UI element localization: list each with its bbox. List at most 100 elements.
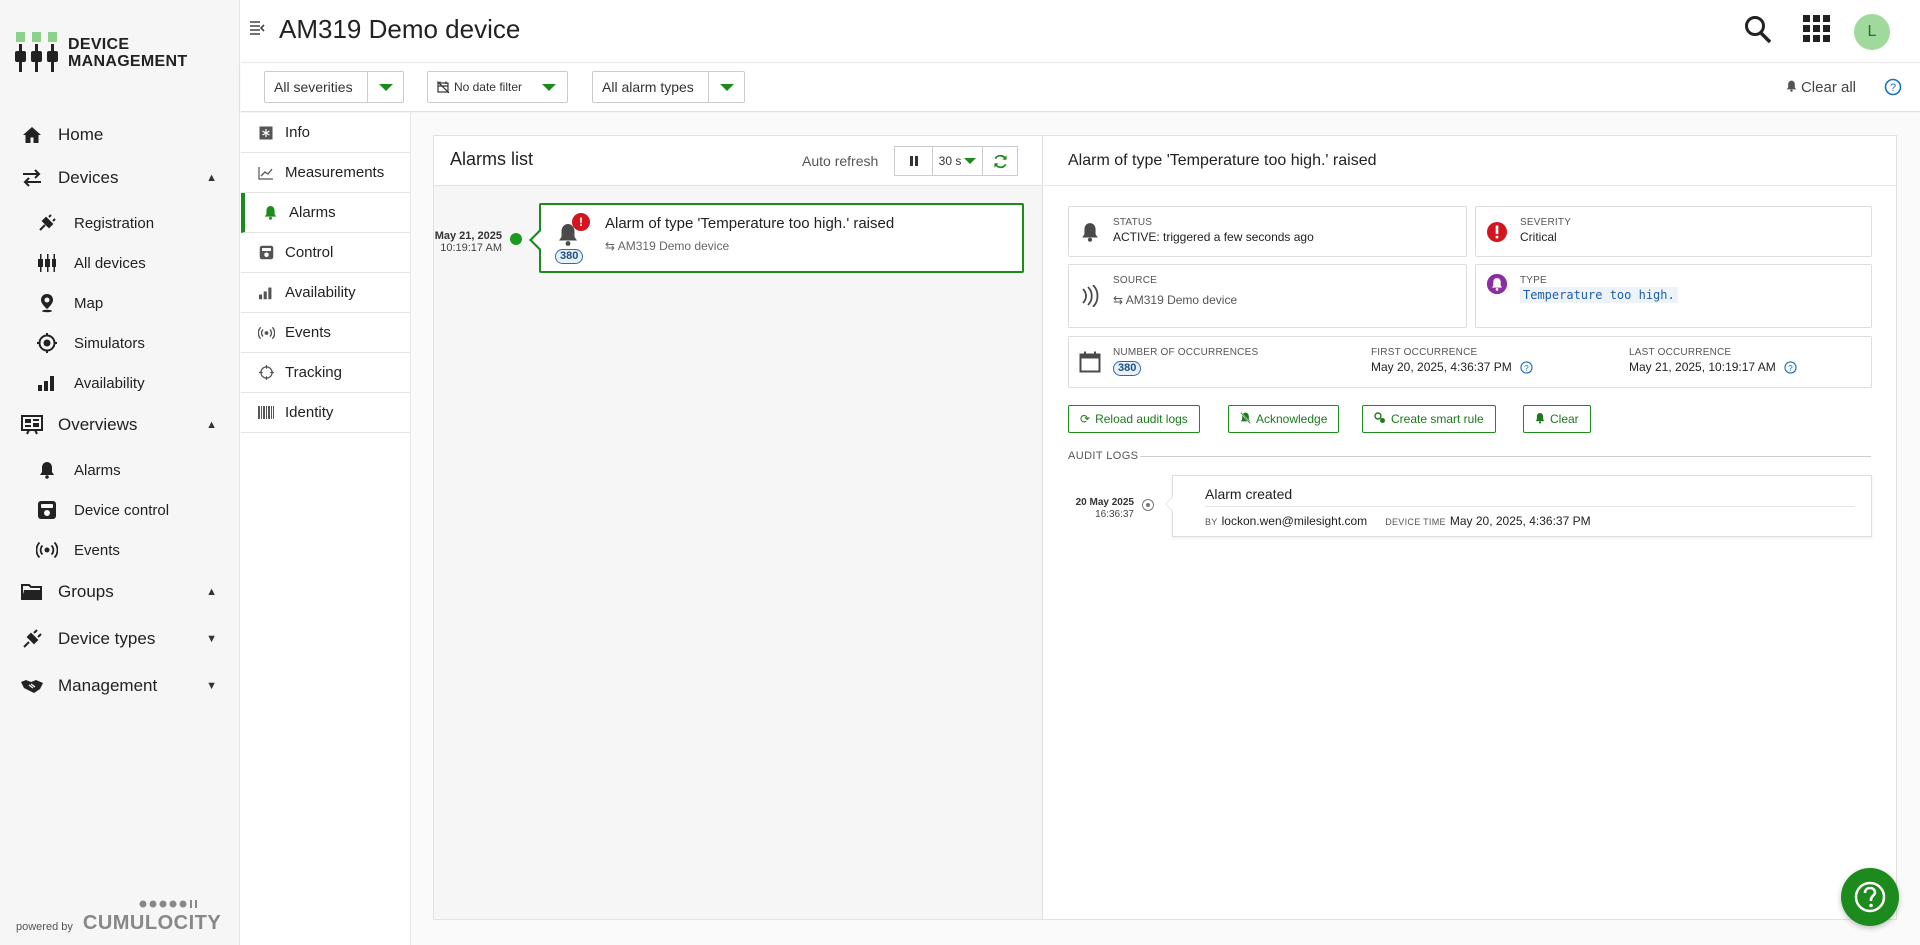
bell-slash-icon [1240, 411, 1251, 427]
help-circle-icon[interactable]: ? [1784, 360, 1797, 374]
clear-alarm-button[interactable]: Clear [1523, 405, 1591, 433]
pause-button[interactable] [895, 147, 933, 175]
nav-all-devices[interactable]: All devices [0, 245, 239, 281]
tab-identity-label: Identity [285, 404, 334, 421]
tab-measurements[interactable]: Measurements [241, 153, 410, 193]
occurrences-box: NUMBER OF OCCURRENCES 380 FIRST OCCURREN… [1068, 336, 1872, 388]
sidebar-collapse-icon[interactable] [249, 20, 265, 41]
nav-availability-label: Availability [74, 374, 145, 392]
audit-entry-divider [1205, 506, 1855, 507]
nav-home[interactable]: Home [0, 115, 239, 155]
reload-audit-logs-label: Reload audit logs [1095, 412, 1188, 426]
tab-events[interactable]: Events [241, 313, 410, 353]
nav-simulators[interactable]: Simulators [0, 325, 239, 361]
simulator-icon [36, 332, 58, 354]
nav-devices[interactable]: Devices ▲ [0, 158, 239, 198]
alarm-types-dropdown-button[interactable] [708, 72, 744, 102]
last-occurrence-label: LAST OCCURRENCE [1629, 347, 1732, 358]
nav-groups-label: Groups [58, 582, 114, 601]
info-icon [257, 124, 275, 142]
critical-severity-icon: ! [572, 213, 590, 231]
dashboard-icon [20, 413, 44, 437]
alarm-date: May 21, 2025 [434, 230, 502, 242]
acknowledge-button[interactable]: Acknowledge [1228, 405, 1340, 433]
date-filter[interactable]: No date filter [427, 71, 568, 103]
clear-all-label: Clear all [1800, 79, 1856, 96]
chevron-up-icon[interactable]: ▲ [206, 172, 217, 184]
help-circle-icon[interactable]: ? [1520, 360, 1533, 374]
nav-all-devices-label: All devices [74, 254, 146, 272]
alarm-types-filter[interactable]: All alarm types [592, 71, 745, 103]
tab-alarms[interactable]: Alarms [241, 193, 410, 233]
nav-management[interactable]: Management ▼ [0, 666, 239, 706]
device-tabs: Info Measurements Alarms Control Availab… [241, 113, 411, 945]
severity-dropdown-button[interactable] [367, 72, 403, 102]
tab-availability[interactable]: Availability [241, 273, 410, 313]
nav-events[interactable]: Events [0, 532, 239, 568]
refresh-icon [993, 154, 1007, 168]
date-dropdown-button[interactable] [531, 72, 567, 102]
refresh-button[interactable] [983, 147, 1017, 175]
date-filter-label: No date filter [453, 80, 522, 94]
refresh-icon: ⟳ [1080, 412, 1091, 426]
caret-down-icon [719, 83, 734, 91]
first-occurrence: FIRST OCCURRENCE May 20, 2025, 4:36:37 P… [1371, 347, 1533, 374]
bar-chart-icon [257, 284, 275, 302]
bell-clear-icon [1786, 80, 1796, 92]
occurrences-badge: 380 [1113, 361, 1142, 376]
tab-info-label: Info [285, 124, 311, 141]
device-management-logo-icon [14, 30, 62, 76]
severity-value: Critical [1520, 230, 1557, 244]
tab-identity[interactable]: Identity [241, 393, 410, 433]
plug-icon [36, 212, 58, 234]
user-avatar[interactable]: L [1854, 14, 1890, 50]
auto-refresh-controls: 30 s [894, 146, 1018, 176]
bell-icon [1079, 221, 1101, 243]
auto-refresh-label: Auto refresh [802, 153, 879, 169]
alarms-panel: Alarms list Auto refresh 30 s May 21, 20… [433, 135, 1897, 920]
first-occurrence-label: FIRST OCCURRENCE [1371, 347, 1478, 358]
last-occurrence: LAST OCCURRENCE May 21, 2025, 10:19:17 A… [1629, 347, 1797, 374]
date-filter-value: No date filter [428, 80, 531, 94]
nav-registration[interactable]: Registration [0, 205, 239, 241]
tab-info[interactable]: Info [241, 113, 410, 153]
exchange-arrows-icon: ⇆ [1113, 293, 1124, 307]
last-occurrence-value: May 21, 2025, 10:19:17 AM [1629, 360, 1776, 374]
search-icon[interactable] [1744, 14, 1772, 47]
powered-by: powered by CUMULOCITY [16, 900, 221, 935]
nav-groups[interactable]: Groups ▲ [0, 572, 239, 612]
floating-help-button[interactable] [1841, 868, 1899, 926]
tab-measurements-label: Measurements [285, 164, 385, 181]
chevron-down-icon[interactable]: ▼ [206, 633, 217, 645]
nav-alarms[interactable]: Alarms [0, 452, 239, 488]
alarm-list-item[interactable]: ! 380 Alarm of type 'Temperature too hig… [529, 203, 1024, 273]
audit-device-time-label: DEVICE TIME [1385, 517, 1446, 527]
severity-box: SEVERITY Critical [1475, 206, 1872, 257]
nav-map[interactable]: Map [0, 285, 239, 321]
chevron-up-icon[interactable]: ▲ [206, 586, 217, 598]
audit-by-value: lockon.wen@milesight.com [1221, 514, 1368, 528]
clear-all-button[interactable]: Clear all [1786, 79, 1856, 96]
type-value: Temperature too high. [1520, 287, 1678, 303]
refresh-interval-select[interactable]: 30 s [933, 147, 983, 175]
tab-tracking[interactable]: Tracking [241, 353, 410, 393]
tab-control[interactable]: Control [241, 233, 410, 273]
left-navigation: DEVICE MANAGEMENT Home Devices ▲ Registr… [0, 0, 240, 945]
main-content: Alarms list Auto refresh 30 s May 21, 20… [412, 113, 1920, 945]
nav-device-types[interactable]: Device types ▼ [0, 619, 239, 659]
chevron-up-icon[interactable]: ▲ [206, 419, 217, 431]
pause-icon [909, 156, 918, 166]
app-grid-icon[interactable] [1802, 14, 1832, 47]
nav-overviews[interactable]: Overviews ▲ [0, 405, 239, 445]
reload-audit-logs-button[interactable]: ⟳ Reload audit logs [1068, 405, 1200, 433]
alarm-item-source[interactable]: ⇆ AM319 Demo device [605, 239, 729, 253]
brand-logo[interactable]: DEVICE MANAGEMENT [14, 28, 234, 78]
source-link[interactable]: ⇆ AM319 Demo device [1113, 293, 1237, 307]
nav-device-control[interactable]: Device control [0, 492, 239, 528]
nav-availability[interactable]: Availability [0, 365, 239, 401]
help-circle-icon[interactable]: ? [1884, 78, 1902, 99]
devices-icon [36, 252, 58, 274]
create-smart-rule-button[interactable]: Create smart rule [1362, 405, 1496, 433]
severity-filter[interactable]: All severities [264, 71, 404, 103]
chevron-down-icon[interactable]: ▼ [206, 680, 217, 692]
